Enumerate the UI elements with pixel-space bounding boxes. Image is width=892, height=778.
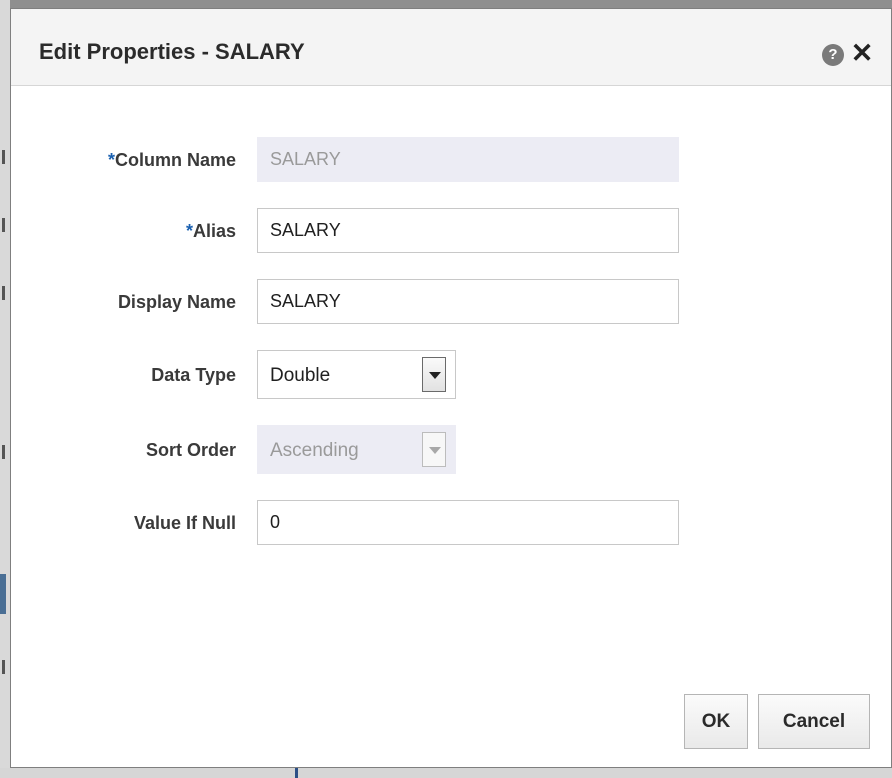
dialog-header: Edit Properties - SALARY ? ✕ [11, 9, 891, 86]
background-mark [2, 445, 5, 459]
background-mark [2, 660, 5, 674]
background-mark [2, 218, 5, 232]
column-name-field [257, 137, 679, 182]
ok-button[interactable]: OK [684, 694, 748, 749]
column-name-label: *Column Name [107, 150, 236, 170]
edit-properties-dialog: Edit Properties - SALARY ? ✕ *Column Nam… [10, 8, 892, 768]
background-footer [0, 768, 892, 778]
value-if-null-label: Value If Null [133, 513, 236, 533]
close-icon[interactable]: ✕ [849, 38, 875, 68]
cancel-button[interactable]: Cancel [758, 694, 870, 749]
sort-order-value: Ascending [270, 440, 359, 461]
data-type-value: Double [270, 365, 331, 386]
data-type-label: Data Type [151, 365, 236, 385]
display-name-field[interactable] [257, 279, 679, 324]
alias-label: *Alias [185, 221, 236, 241]
data-type-select[interactable]: Double [257, 350, 456, 399]
required-marker: * [107, 150, 115, 170]
required-marker: * [185, 221, 193, 241]
help-icon[interactable]: ? [822, 44, 844, 66]
chevron-down-icon[interactable] [422, 357, 446, 392]
background-accent [0, 574, 6, 614]
value-if-null-field[interactable] [257, 500, 679, 545]
dialog-title: Edit Properties - SALARY [39, 39, 305, 64]
sort-order-label: Sort Order [145, 440, 236, 460]
alias-field[interactable] [257, 208, 679, 253]
background-mark [2, 286, 5, 300]
background-mark [2, 150, 5, 164]
display-name-label: Display Name [117, 292, 236, 312]
sort-order-select: Ascending [257, 425, 456, 474]
chevron-down-icon [422, 432, 446, 467]
